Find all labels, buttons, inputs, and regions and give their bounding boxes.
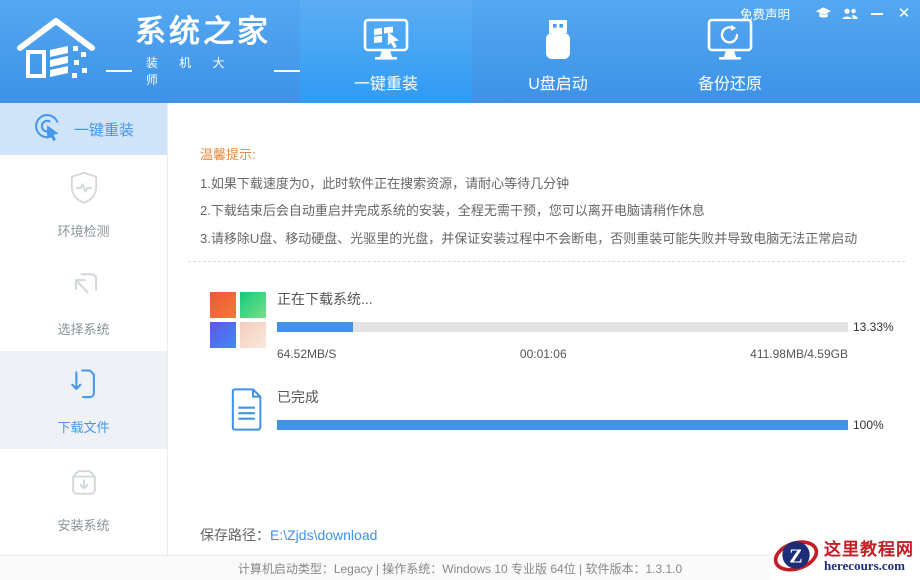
save-path-label: 保存路径： <box>200 527 270 543</box>
subtitle-dash-right <box>274 70 300 72</box>
sidebar-item-env-check[interactable]: 环境检测 <box>0 155 167 253</box>
svg-text:Z: Z <box>789 545 802 567</box>
sidebar-item-download-file[interactable]: 下载文件 <box>0 351 167 449</box>
usb-drive-icon <box>538 11 578 63</box>
tab-label: 备份还原 <box>698 70 762 94</box>
user-group-icon[interactable] <box>842 6 858 22</box>
tab-label: U盘启动 <box>528 70 588 94</box>
download-progress-body: 正在下载系统... 13.33% 64.52MB/S 00:01:06 411.… <box>277 289 905 361</box>
sidebar-item-label: 选择系统 <box>57 319 109 338</box>
sidebar-item-label: 环境检测 <box>57 221 109 240</box>
download-stats-row: 64.52MB/S 00:01:06 411.98MB/4.59GB <box>277 347 905 361</box>
watermark-site-name: 这里教程网 <box>824 540 914 560</box>
completed-status-text: 已完成 <box>277 387 905 407</box>
header: 系统之家 装 机 大 师 <box>0 0 920 103</box>
download-progress-bar <box>277 322 848 332</box>
target-cursor-icon <box>33 112 63 146</box>
main-content: 温馨提示: 1.如果下载速度为0，此时软件正在搜索资源，请耐心等待几分钟 2.下… <box>168 103 920 555</box>
monitor-windows-icon <box>362 11 410 63</box>
sidebar-item-install-system[interactable]: 安装系统 <box>0 449 167 547</box>
completed-progress-body: 已完成 100% <box>277 387 905 437</box>
watermark-site-url: herecours.com <box>824 559 914 574</box>
customer-service-icon[interactable] <box>815 6 831 22</box>
download-elapsed-time: 00:01:06 <box>520 347 567 361</box>
app-logo: 系统之家 装 机 大 师 <box>0 0 300 103</box>
download-progress-row: 13.33% <box>277 320 905 334</box>
minimize-button[interactable] <box>869 6 885 22</box>
dashed-divider <box>188 261 905 262</box>
download-status-text: 正在下载系统... <box>277 289 905 309</box>
save-path-link[interactable]: E:\Zjds\download <box>270 527 377 543</box>
free-disclaimer-link[interactable]: 免费声明 <box>740 4 790 23</box>
app-body: 一键重装 环境检测 选择系统 <box>0 103 920 555</box>
sidebar-item-label: 安装系统 <box>57 515 109 534</box>
tab-label: 一键重装 <box>354 70 418 94</box>
tip-line-1: 1.如果下载速度为0，此时软件正在搜索资源，请耐心等待几分钟 <box>200 177 905 191</box>
tips-title: 温馨提示: <box>200 144 905 163</box>
install-box-icon <box>66 463 102 504</box>
tab-reinstall[interactable]: 一键重装 <box>300 0 472 103</box>
download-percent-label: 13.33% <box>848 320 905 334</box>
windows-logo-icon <box>210 289 277 361</box>
house-logo-icon <box>14 16 98 87</box>
tip-line-2: 2.下载结束后会自动重启并完成系统的安装，全程无需干预，您可以离开电脑请稍作休息 <box>200 204 905 218</box>
download-progress-group: 正在下载系统... 13.33% 64.52MB/S 00:01:06 411.… <box>210 289 905 361</box>
select-cursor-icon <box>66 267 102 308</box>
watermark: Z 这里教程网 herecours.com <box>769 534 920 580</box>
completed-percent-label: 100% <box>848 418 905 432</box>
main-tabs: 一键重装 U盘启动 <box>300 0 816 103</box>
sidebar-item-select-system[interactable]: 选择系统 <box>0 253 167 351</box>
watermark-text: 这里教程网 herecours.com <box>824 540 914 574</box>
logo-text: 系统之家 装 机 大 师 <box>106 15 300 87</box>
completed-progress-row: 100% <box>277 418 905 432</box>
completed-progress-bar <box>277 420 848 430</box>
sidebar-item-reinstall[interactable]: 一键重装 <box>0 103 167 155</box>
header-controls: 免费声明 ✕ <box>740 4 912 23</box>
sidebar: 一键重装 环境检测 选择系统 <box>0 103 168 555</box>
download-speed: 64.52MB/S <box>277 347 336 361</box>
tab-usb-boot[interactable]: U盘启动 <box>472 0 644 103</box>
app-window: 系统之家 装 机 大 师 <box>0 0 920 580</box>
tip-line-3: 3.请移除U盘、移动硬盘、光驱里的光盘，并保证安装过程中不会断电，否则重装可能失… <box>200 232 905 246</box>
app-title: 系统之家 <box>135 15 271 49</box>
close-button[interactable]: ✕ <box>896 6 912 22</box>
sidebar-item-label: 下载文件 <box>57 417 109 436</box>
document-icon <box>210 387 277 437</box>
download-size: 411.98MB/4.59GB <box>750 347 848 361</box>
status-bar-text: 计算机启动类型：Legacy | 操作系统：Windows 10 专业版 64位… <box>238 560 682 577</box>
tips-panel: 温馨提示: 1.如果下载速度为0，此时软件正在搜索资源，请耐心等待几分钟 2.下… <box>168 103 920 246</box>
app-subtitle-row: 装 机 大 师 <box>106 54 300 88</box>
completed-progress-group: 已完成 100% <box>210 387 905 437</box>
watermark-z-logo-icon: Z <box>773 534 819 580</box>
subtitle-dash-left <box>106 70 132 72</box>
app-subtitle: 装 机 大 师 <box>140 54 266 88</box>
sidebar-item-label: 一键重装 <box>74 119 134 140</box>
download-file-icon <box>66 365 102 406</box>
shield-pulse-icon <box>66 169 102 210</box>
